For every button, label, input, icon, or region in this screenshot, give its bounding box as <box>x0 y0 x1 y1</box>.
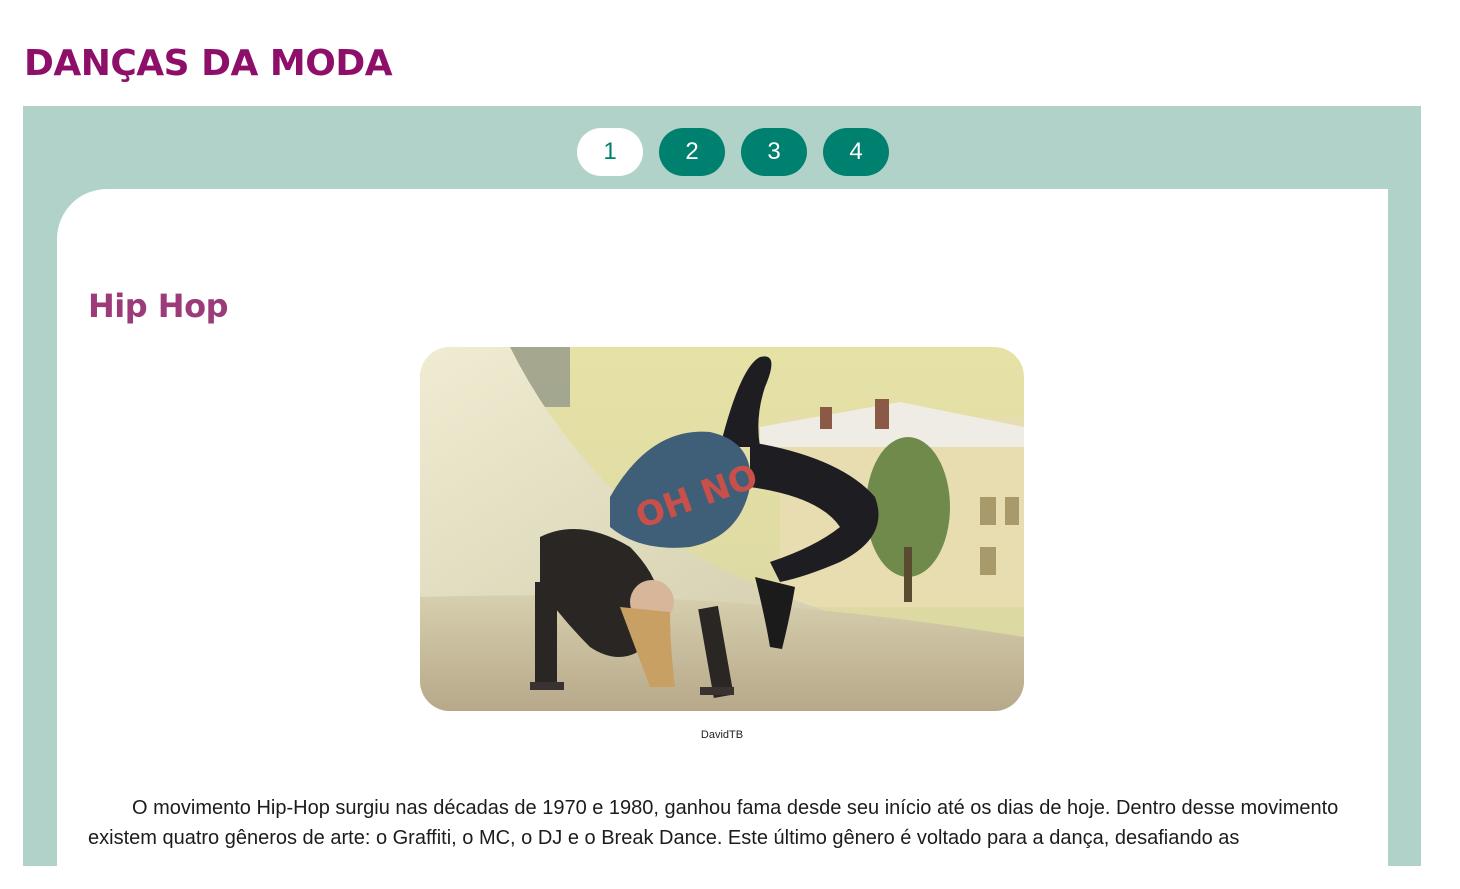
hip-hop-dancer-photo: OH NO <box>420 347 1024 711</box>
slide-title: Hip Hop <box>88 287 228 325</box>
pager-button-3[interactable]: 3 <box>741 128 807 176</box>
slide-paragraph: O movimento Hip-Hop surgiu nas décadas d… <box>88 797 1339 849</box>
carousel-panel: 1 2 3 4 Hip Hop OH NO DavidTB O moviment… <box>23 106 1421 889</box>
slide-pager: 1 2 3 4 <box>23 128 1421 176</box>
pager-button-1[interactable]: 1 <box>577 128 643 176</box>
image-credit: DavidTB <box>700 729 744 741</box>
pager-button-4[interactable]: 4 <box>823 128 889 176</box>
slide-card: Hip Hop OH NO DavidTB O movimento Hip-Ho… <box>57 189 1388 889</box>
page-title: DANÇAS DA MODA <box>24 43 393 84</box>
pager-button-2[interactable]: 2 <box>659 128 725 176</box>
